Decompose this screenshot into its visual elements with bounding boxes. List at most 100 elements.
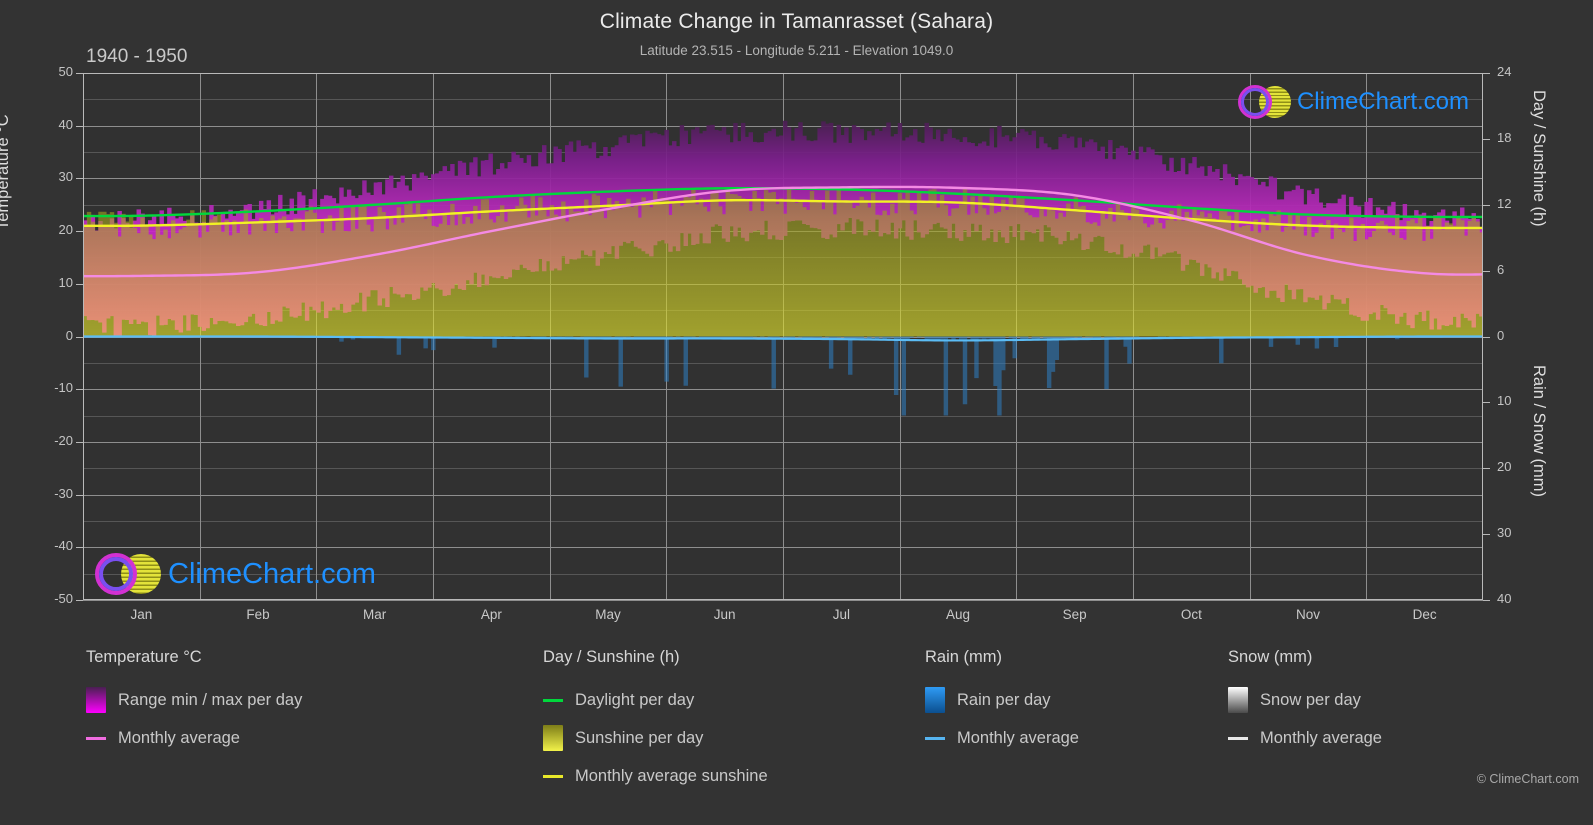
chart-legend: Temperature °C Range min / max per day Mon… [0, 648, 1593, 808]
climechart-logo-watermark-bottom: ClimeChart.com [95, 553, 376, 595]
legend-heading: Day / Sunshine (h) [543, 648, 680, 666]
y-axis-left-tick: -30 [54, 485, 73, 501]
rain-bars [327, 336, 1404, 416]
y-axis-left-tick: 0 [65, 327, 73, 343]
legend-label: Monthly average [118, 728, 240, 747]
y-axis-right-tick-day: 6 [1497, 261, 1505, 277]
legend-item[interactable]: Monthly average [1228, 719, 1382, 757]
y-axis-left-tick: 50 [58, 64, 73, 79]
legend-label: Monthly average [957, 728, 1079, 747]
y-axis-right-tick-day: 18 [1497, 129, 1512, 145]
legend-label: Sunshine per day [575, 728, 704, 747]
y-axis-left-tick: -20 [54, 432, 73, 448]
y-axis-right-tick-day: 0 [1497, 327, 1505, 343]
chart-subtitle: Latitude 23.515 - Longitude 5.211 - Elev… [639, 43, 954, 58]
tick-mark [76, 73, 83, 74]
period-label: 1940 - 1950 [86, 46, 188, 67]
legend-swatch [543, 725, 563, 751]
climechart-logo-watermark-top: ClimeChart.com [1237, 85, 1469, 119]
y-axis-left-tick: -10 [54, 380, 73, 396]
y-axis-left-title: Temperature °C [0, 114, 12, 230]
legend-swatch [86, 687, 106, 713]
tick-mark [1483, 73, 1490, 74]
tick-mark [1483, 402, 1490, 404]
legend-item[interactable]: Monthly average [86, 719, 302, 757]
chart-plot-area: ClimeChart.com ClimeChart.com [83, 73, 1483, 601]
legend-label: Snow per day [1260, 690, 1361, 709]
y-axis-left-tick: -40 [54, 538, 73, 554]
page-title: Climate Change in Tamanrasset (Sahara) [599, 10, 994, 33]
tick-mark [1483, 468, 1490, 470]
gridline-horizontal [83, 600, 1483, 601]
tick-mark [76, 600, 83, 601]
legend-column-temperature: Temperature °C Range min / max per day Mon… [86, 648, 302, 757]
x-axis-tick-month: Dec [1412, 607, 1437, 622]
y-axis-left-tick: 40 [58, 116, 73, 132]
x-axis-tick-month: Aug [945, 607, 971, 622]
x-axis-tick-month: Oct [1180, 607, 1202, 622]
x-axis-tick-month: Jan [130, 607, 153, 622]
y-axis-left-tick: 10 [58, 274, 73, 290]
y-axis-right-tick-rain: 20 [1497, 459, 1512, 475]
tick-mark [76, 336, 83, 338]
tick-mark [1483, 534, 1490, 536]
x-axis-tick-month: Jun [713, 607, 736, 622]
copyright-notice: © ClimeChart.com [1476, 772, 1579, 786]
logo-text-bottom: ClimeChart.com [168, 557, 376, 590]
tick-mark [76, 547, 83, 549]
legend-item[interactable]: Range min / max per day [86, 681, 302, 719]
y-axis-right-tick-rain: 10 [1497, 393, 1512, 409]
legend-swatch [925, 687, 945, 713]
legend-item[interactable]: Monthly average sunshine [543, 757, 768, 795]
tick-mark [1483, 270, 1490, 272]
logo-ring-icon [95, 553, 137, 595]
x-axis-tick-month: May [595, 607, 621, 622]
y-axis-right-tick-day: 12 [1497, 195, 1512, 211]
y-axis-right-tick-day: 24 [1497, 64, 1512, 79]
legend-swatch [1228, 687, 1248, 713]
legend-item[interactable]: Daylight per day [543, 681, 768, 719]
legend-column-rain: Rain (mm) Rain per day Monthly average [925, 648, 1079, 757]
x-axis-tick-month: Apr [480, 607, 502, 622]
logo-text-top: ClimeChart.com [1296, 88, 1469, 115]
legend-line-marker [925, 736, 945, 740]
x-axis-tick-month: Sep [1062, 607, 1087, 622]
legend-item[interactable]: Rain per day [925, 681, 1079, 719]
legend-line-marker [86, 736, 106, 740]
tick-mark [76, 283, 83, 285]
legend-label: Rain per day [957, 690, 1051, 709]
y-axis-left-tick: -50 [54, 591, 73, 606]
legend-item[interactable]: Snow per day [1228, 681, 1382, 719]
tick-mark [1483, 336, 1490, 338]
legend-column-snow: Snow (mm) Snow per day Monthly average [1228, 648, 1382, 757]
legend-heading: Temperature °C [86, 648, 202, 666]
legend-line-marker [543, 698, 563, 702]
x-axis-tick-month: Feb [246, 607, 270, 622]
tick-mark [76, 125, 83, 127]
chart-series-layer [83, 120, 1483, 416]
y-axis-left-tick: 30 [58, 169, 73, 185]
legend-item[interactable]: Sunshine per day [543, 719, 768, 757]
tick-mark [76, 441, 83, 443]
tick-mark [76, 494, 83, 496]
y-axis-right-title-rain: Rain / Snow (mm) [1530, 365, 1548, 498]
legend-label: Monthly average [1260, 728, 1382, 747]
tick-mark [1483, 204, 1490, 206]
legend-heading: Snow (mm) [1228, 648, 1313, 666]
legend-item[interactable]: Monthly average [925, 719, 1079, 757]
legend-line-marker [1228, 736, 1248, 740]
logo-ring-icon [1237, 85, 1272, 119]
y-axis-left-tick: 20 [58, 222, 73, 238]
tick-mark [76, 231, 83, 233]
legend-label: Daylight per day [575, 690, 695, 709]
legend-column-day-sunshine: Day / Sunshine (h) Daylight per day Sunshi… [543, 648, 768, 795]
y-axis-right-tick-rain: 30 [1497, 525, 1512, 541]
x-axis-tick-month: Mar [363, 607, 387, 622]
tick-mark [1483, 600, 1490, 601]
y-axis-right-tick-rain: 40 [1497, 591, 1512, 606]
tick-mark [76, 389, 83, 391]
tick-mark [76, 178, 83, 180]
legend-line-marker [543, 774, 563, 778]
tick-mark [1483, 138, 1490, 140]
legend-label: Monthly average sunshine [575, 766, 768, 785]
